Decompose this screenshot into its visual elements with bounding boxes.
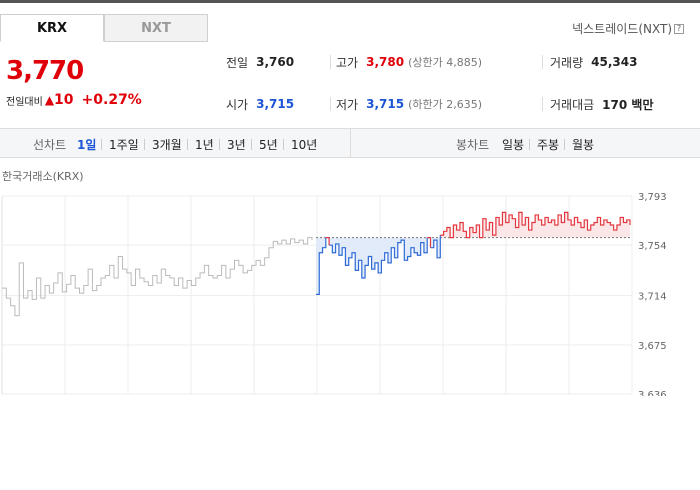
period-weekly-candle[interactable]: 주봉 — [537, 136, 559, 153]
tab-krx[interactable]: KRX — [0, 14, 104, 42]
stat-low: 저가 3,715 (하한가 2,635) — [336, 94, 482, 114]
stat-value: 45,343 — [591, 55, 638, 69]
stat-label: 시가 — [226, 97, 249, 112]
market-label: 한국거래소(KRX) — [2, 170, 84, 183]
period-1y[interactable]: 1년 — [195, 136, 214, 153]
period-monthly-candle[interactable]: 월봉 — [572, 136, 594, 153]
candle-chart-label[interactable]: 봉차트 — [456, 136, 489, 153]
divider — [542, 55, 543, 69]
stat-trade-value: 거래대금 170 백만 — [550, 94, 653, 114]
intraday-price-chart: 3,793 3,754 3,714 3,675 3,636 — [1, 192, 667, 396]
price-change: 전일대비 ▲ 10 +0.27% — [6, 92, 142, 108]
stat-prev-close: 전일 3,760 — [226, 52, 294, 72]
period-5y[interactable]: 5년 — [259, 136, 278, 153]
period-1d[interactable]: 1일 — [77, 136, 96, 153]
nxt-link[interactable]: 넥스트레이드(NXT) ? — [572, 20, 684, 37]
separator — [251, 139, 252, 150]
stat-value: 3,780 — [366, 55, 405, 69]
stat-label: 고가 — [336, 55, 359, 70]
market-tabs: KRX NXT — [0, 14, 208, 42]
change-amount: 10 — [54, 92, 74, 108]
toolbar-divider — [350, 129, 351, 157]
y-tick-label: 3,793 — [638, 192, 667, 203]
stat-open: 시가 3,715 — [226, 94, 294, 114]
period-3y[interactable]: 3년 — [227, 136, 246, 153]
help-icon[interactable]: ? — [674, 23, 684, 34]
chart-toolbar: 선차트 1일 1주일 3개월 1년 3년 5년 10년 봉차트 일봉 주봉 월봉 — [0, 128, 700, 158]
divider — [330, 55, 331, 69]
y-tick-label: 3,754 — [638, 241, 667, 252]
stat-label: 거래량 — [550, 55, 584, 70]
stat-sub: (상한가 4,885) — [408, 56, 482, 69]
change-percent: +0.27% — [81, 92, 142, 108]
stat-value: 3,715 — [256, 97, 295, 111]
change-label: 전일대비 — [6, 96, 43, 108]
stat-sub: (하한가 2,635) — [408, 98, 482, 111]
separator — [564, 139, 565, 150]
top-border — [0, 0, 700, 3]
stat-label: 저가 — [336, 97, 359, 112]
divider — [542, 97, 543, 111]
tab-nxt[interactable]: NXT — [104, 14, 208, 42]
stat-high: 고가 3,780 (상한가 4,885) — [336, 52, 482, 72]
stat-volume: 거래량 45,343 — [550, 52, 637, 72]
separator — [283, 139, 284, 150]
period-10y[interactable]: 10년 — [291, 136, 317, 153]
separator — [219, 139, 220, 150]
triangle-up-icon: ▲ — [44, 93, 55, 107]
period-3m[interactable]: 3개월 — [152, 136, 182, 153]
area-fill-segment — [430, 235, 441, 258]
stat-value: 3,715 — [366, 97, 405, 111]
chart-fills — [316, 212, 630, 295]
y-tick-label: 3,714 — [638, 292, 667, 303]
stats-panel: 전일 3,760 고가 3,780 (상한가 4,885) 거래량 45,343… — [210, 50, 700, 126]
divider — [330, 97, 331, 111]
line-chart-label[interactable]: 선차트 — [33, 136, 66, 153]
stat-value: 170 백만 — [602, 97, 654, 112]
stat-label: 거래대금 — [550, 97, 595, 112]
current-price: 3,770 — [6, 56, 84, 86]
period-1w[interactable]: 1주일 — [109, 136, 139, 153]
separator — [101, 139, 102, 150]
y-tick-label: 3,675 — [638, 341, 667, 352]
separator — [529, 139, 530, 150]
stat-label: 전일 — [226, 55, 249, 70]
pre-market-series-line — [2, 237, 313, 317]
period-daily-candle[interactable]: 일봉 — [502, 136, 524, 153]
stat-value: 3,760 — [256, 55, 295, 69]
separator — [144, 139, 145, 150]
area-fill-segment — [316, 237, 326, 295]
separator — [187, 139, 188, 150]
y-tick-label: 3,636 — [638, 390, 667, 396]
nxt-link-label[interactable]: 넥스트레이드(NXT) — [572, 20, 672, 37]
y-axis-labels: 3,793 3,754 3,714 3,675 3,636 — [638, 192, 667, 396]
